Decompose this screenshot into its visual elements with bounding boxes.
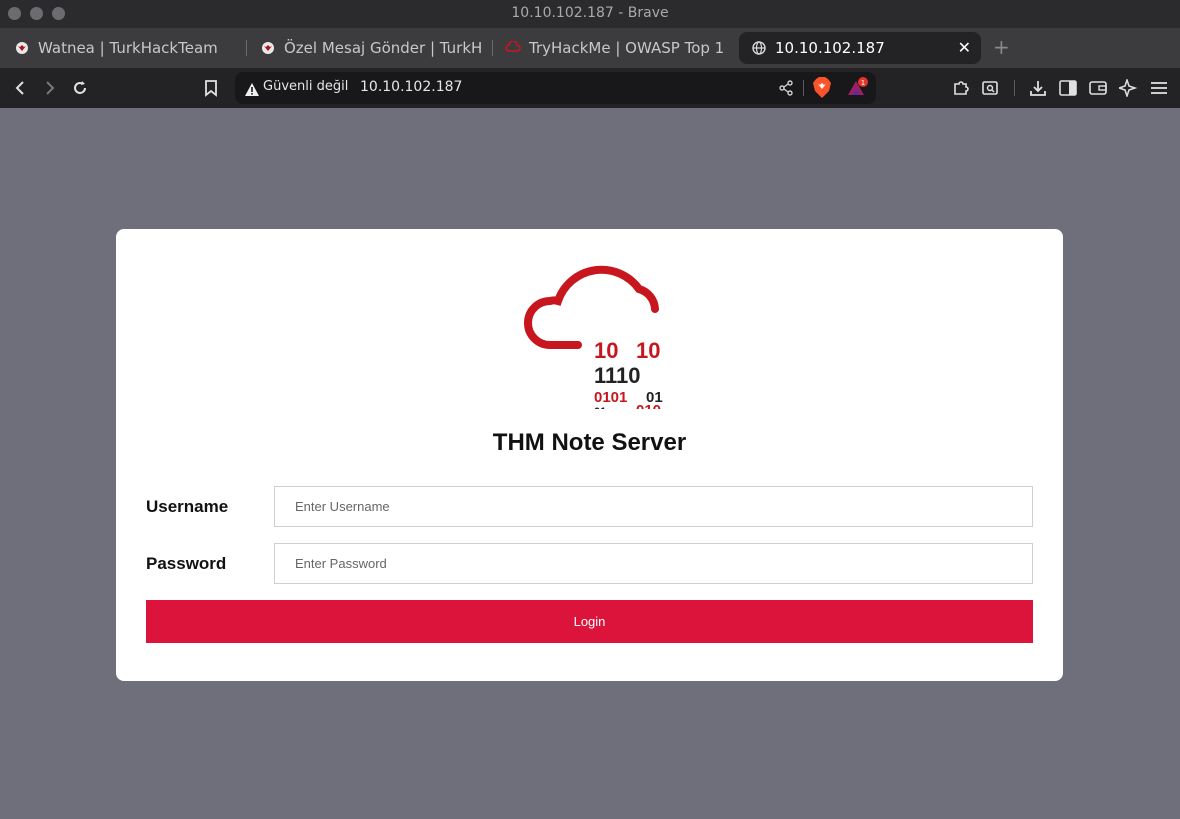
reader-search-icon[interactable] [980, 78, 1000, 98]
brave-shields-icon[interactable] [813, 77, 831, 103]
forward-icon[interactable] [40, 78, 60, 98]
logo-digits: 01 [594, 406, 606, 409]
tryhackme-icon [505, 40, 521, 56]
bookmark-icon[interactable] [201, 78, 221, 98]
window-title: 10.10.102.187 - Brave [511, 5, 669, 21]
menu-icon[interactable] [1149, 78, 1169, 98]
tab-active-10-10-102-187[interactable]: 10.10.102.187 ✕ [739, 32, 981, 64]
username-label: Username [146, 497, 229, 516]
url-text[interactable]: 10.10.102.187 [360, 79, 462, 95]
logo-digits: 10 [636, 338, 660, 363]
tab-turkhackteam[interactable]: Watnea | TurkHackTeam [14, 32, 240, 64]
tab-tryhackme[interactable]: TryHackMe | OWASP Top 10 - [505, 32, 725, 64]
security-status-text[interactable]: Güvenli değil [263, 79, 348, 94]
turkhackteam-icon [14, 40, 30, 56]
globe-icon [751, 40, 767, 56]
sidebar-icon[interactable] [1058, 78, 1078, 98]
turkhackteam-icon [260, 40, 276, 56]
share-icon[interactable] [778, 80, 794, 100]
toolbar-divider [1014, 80, 1015, 96]
window-titlebar: 10.10.102.187 - Brave [0, 0, 1180, 28]
thm-cloud-logo: 10 10 1110 0101 01 01 010 01 [512, 249, 672, 430]
tab-separator [492, 40, 493, 56]
download-icon[interactable] [1028, 78, 1048, 98]
page-title: THM Note Server [492, 429, 687, 456]
leo-ai-icon[interactable] [1118, 78, 1138, 98]
login-button[interactable]: Login [146, 600, 1033, 643]
logo-digits: 0101 [594, 389, 627, 406]
logo-digits: 1110 [594, 363, 641, 388]
browser-toolbar: Güvenli değil 10.10.102.187 1 [0, 68, 1180, 108]
urlbar-divider [803, 80, 804, 96]
password-input[interactable] [274, 543, 1033, 584]
password-label: Password [146, 554, 227, 573]
tab-strip: Watnea | TurkHackTeam Özel Mesaj Gönder … [0, 28, 1180, 68]
wallet-icon[interactable] [1088, 78, 1108, 98]
reload-icon[interactable] [70, 78, 90, 98]
extensions-icon[interactable] [951, 78, 971, 98]
username-input[interactable] [274, 486, 1033, 527]
address-bar[interactable]: Güvenli değil 10.10.102.187 1 [235, 72, 876, 104]
warning-icon[interactable] [245, 81, 259, 100]
login-card: 10 10 1110 0101 01 01 010 01 THM Note Se… [116, 229, 1063, 681]
close-tab-icon[interactable]: ✕ [958, 38, 971, 57]
back-icon[interactable] [10, 78, 30, 98]
tab-separator [246, 40, 247, 56]
tab-private-message[interactable]: Özel Mesaj Gönder | TurkHack [260, 32, 482, 64]
rewards-badge-count: 1 [861, 79, 865, 87]
logo-digits: 10 [594, 338, 618, 363]
logo-digits: 010 [636, 402, 661, 409]
new-tab-icon[interactable]: + [993, 35, 1010, 59]
brave-rewards-icon[interactable]: 1 [846, 77, 868, 103]
